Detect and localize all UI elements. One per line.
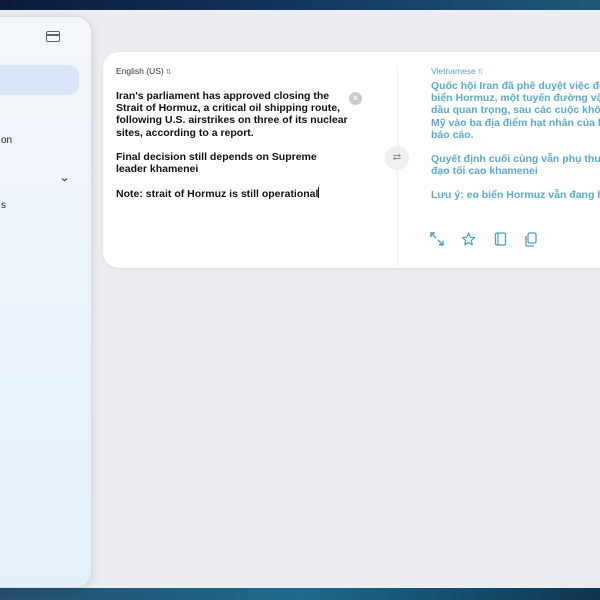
target-language-label: Vietnamese: [431, 66, 476, 76]
text-cursor: [318, 187, 320, 199]
copy-icon[interactable]: [523, 232, 539, 248]
translation-line: Quốc hội Iran đã phê duyệt việc đó: [431, 80, 600, 92]
translation-output: Quốc hội Iran đã phê duyệt việc đó biển …: [431, 80, 600, 202]
chevron-up-down-icon: ⇅: [165, 69, 172, 76]
book-icon[interactable]: [492, 232, 508, 248]
chevron-up-down-icon: ⇅: [477, 69, 484, 76]
star-icon[interactable]: [460, 232, 476, 248]
source-language-label: English (US): [116, 66, 164, 76]
translation-line: Lưu ý: eo biển Hormuz vẫn đang ho: [431, 189, 600, 202]
clear-icon[interactable]: ×: [349, 92, 362, 105]
translation-line: Quyết định cuối cùng vẫn phụ thuộ: [431, 153, 600, 166]
desktop-wallpaper-bottom: [0, 588, 600, 600]
source-paragraph: Final decision still depends on Supreme …: [116, 150, 317, 176]
source-paragraph: Note: strait of Hormuz is still operatio…: [116, 188, 319, 201]
translation-line: dầu quan trọng, sau các cuộc khôn: [431, 104, 600, 117]
translation-card: English (US) ⇅ Iran's parliament has appr…: [103, 52, 600, 268]
chevron-down-icon[interactable]: ⌄: [59, 171, 71, 184]
translation-line: biển Hormuz, một tuyến đường vậ: [431, 92, 600, 105]
sidebar-item-label[interactable]: on: [1, 135, 12, 146]
source-text-area[interactable]: Iran's parliament has approved closing t…: [116, 90, 348, 200]
translation-line: Mỹ vào ba địa điểm hạt nhân của h: [431, 116, 600, 129]
sidebar-item-label[interactable]: s: [1, 200, 6, 211]
source-paragraph: Iran's parliament has approved closing t…: [116, 90, 348, 139]
translate-window: on ⌄ s English (US) ⇅ Iran's parliament h…: [0, 10, 600, 588]
sidebar: on ⌄ s: [0, 16, 92, 588]
source-language-selector[interactable]: English (US) ⇅: [116, 66, 172, 76]
sidebar-item-selected[interactable]: [0, 65, 79, 95]
expand-icon[interactable]: [429, 232, 445, 248]
sidebar-toggle-icon[interactable]: [46, 31, 60, 42]
swap-icon[interactable]: ⇄: [385, 146, 409, 170]
target-language-selector[interactable]: Vietnamese ⇅: [431, 66, 484, 76]
translation-line: báo cáo.: [431, 128, 474, 141]
translation-line: đạo tối cao khamenei: [431, 165, 538, 178]
